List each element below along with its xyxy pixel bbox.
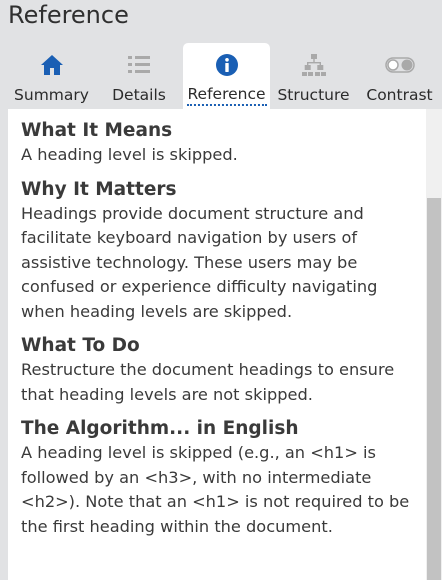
info-icon — [183, 53, 270, 77]
list-icon — [95, 53, 183, 77]
tab-contrast[interactable]: Contrast — [357, 43, 442, 109]
tab-bar: Summary Details Reference Structure Cont… — [8, 43, 442, 109]
reference-content: What It Means A heading level is skipped… — [8, 109, 426, 539]
tab-summary-label: Summary — [14, 86, 89, 104]
section-why-it-matters: Why It Matters Headings provide document… — [21, 178, 412, 325]
tab-summary[interactable]: Summary — [8, 43, 95, 109]
section-body: A heading level is skipped. — [21, 145, 238, 164]
scrollbar-thumb[interactable] — [427, 198, 441, 580]
tab-details[interactable]: Details — [95, 43, 183, 109]
section-what-it-means: What It Means A heading level is skipped… — [21, 119, 412, 168]
scrollbar[interactable] — [426, 109, 442, 580]
section-body: Headings provide document structure and … — [21, 203, 378, 321]
tab-reference-label: Reference — [186, 85, 267, 106]
section-body: A heading level is skipped (e.g., an <h1… — [21, 443, 410, 536]
home-icon — [8, 53, 95, 77]
section-heading: The Algorithm... in English — [21, 418, 299, 439]
tab-reference[interactable]: Reference — [183, 43, 270, 109]
section-body: Restructure the document headings to ens… — [21, 360, 395, 404]
section-heading: Why It Matters — [21, 178, 177, 200]
sitemap-icon — [270, 53, 357, 77]
tab-structure-label: Structure — [277, 86, 350, 104]
reference-panel: What It Means A heading level is skipped… — [8, 109, 426, 580]
section-what-to-do: What To Do Restructure the document head… — [21, 334, 412, 407]
section-heading: What To Do — [21, 335, 140, 356]
tab-contrast-label: Contrast — [366, 86, 433, 104]
section-heading: What It Means — [21, 120, 173, 141]
section-algorithm: The Algorithm... in English A heading le… — [21, 417, 412, 539]
toggle-icon — [357, 53, 442, 77]
panel-title: Reference — [8, 1, 129, 29]
tab-details-label: Details — [112, 86, 166, 104]
tab-structure[interactable]: Structure — [270, 43, 357, 109]
